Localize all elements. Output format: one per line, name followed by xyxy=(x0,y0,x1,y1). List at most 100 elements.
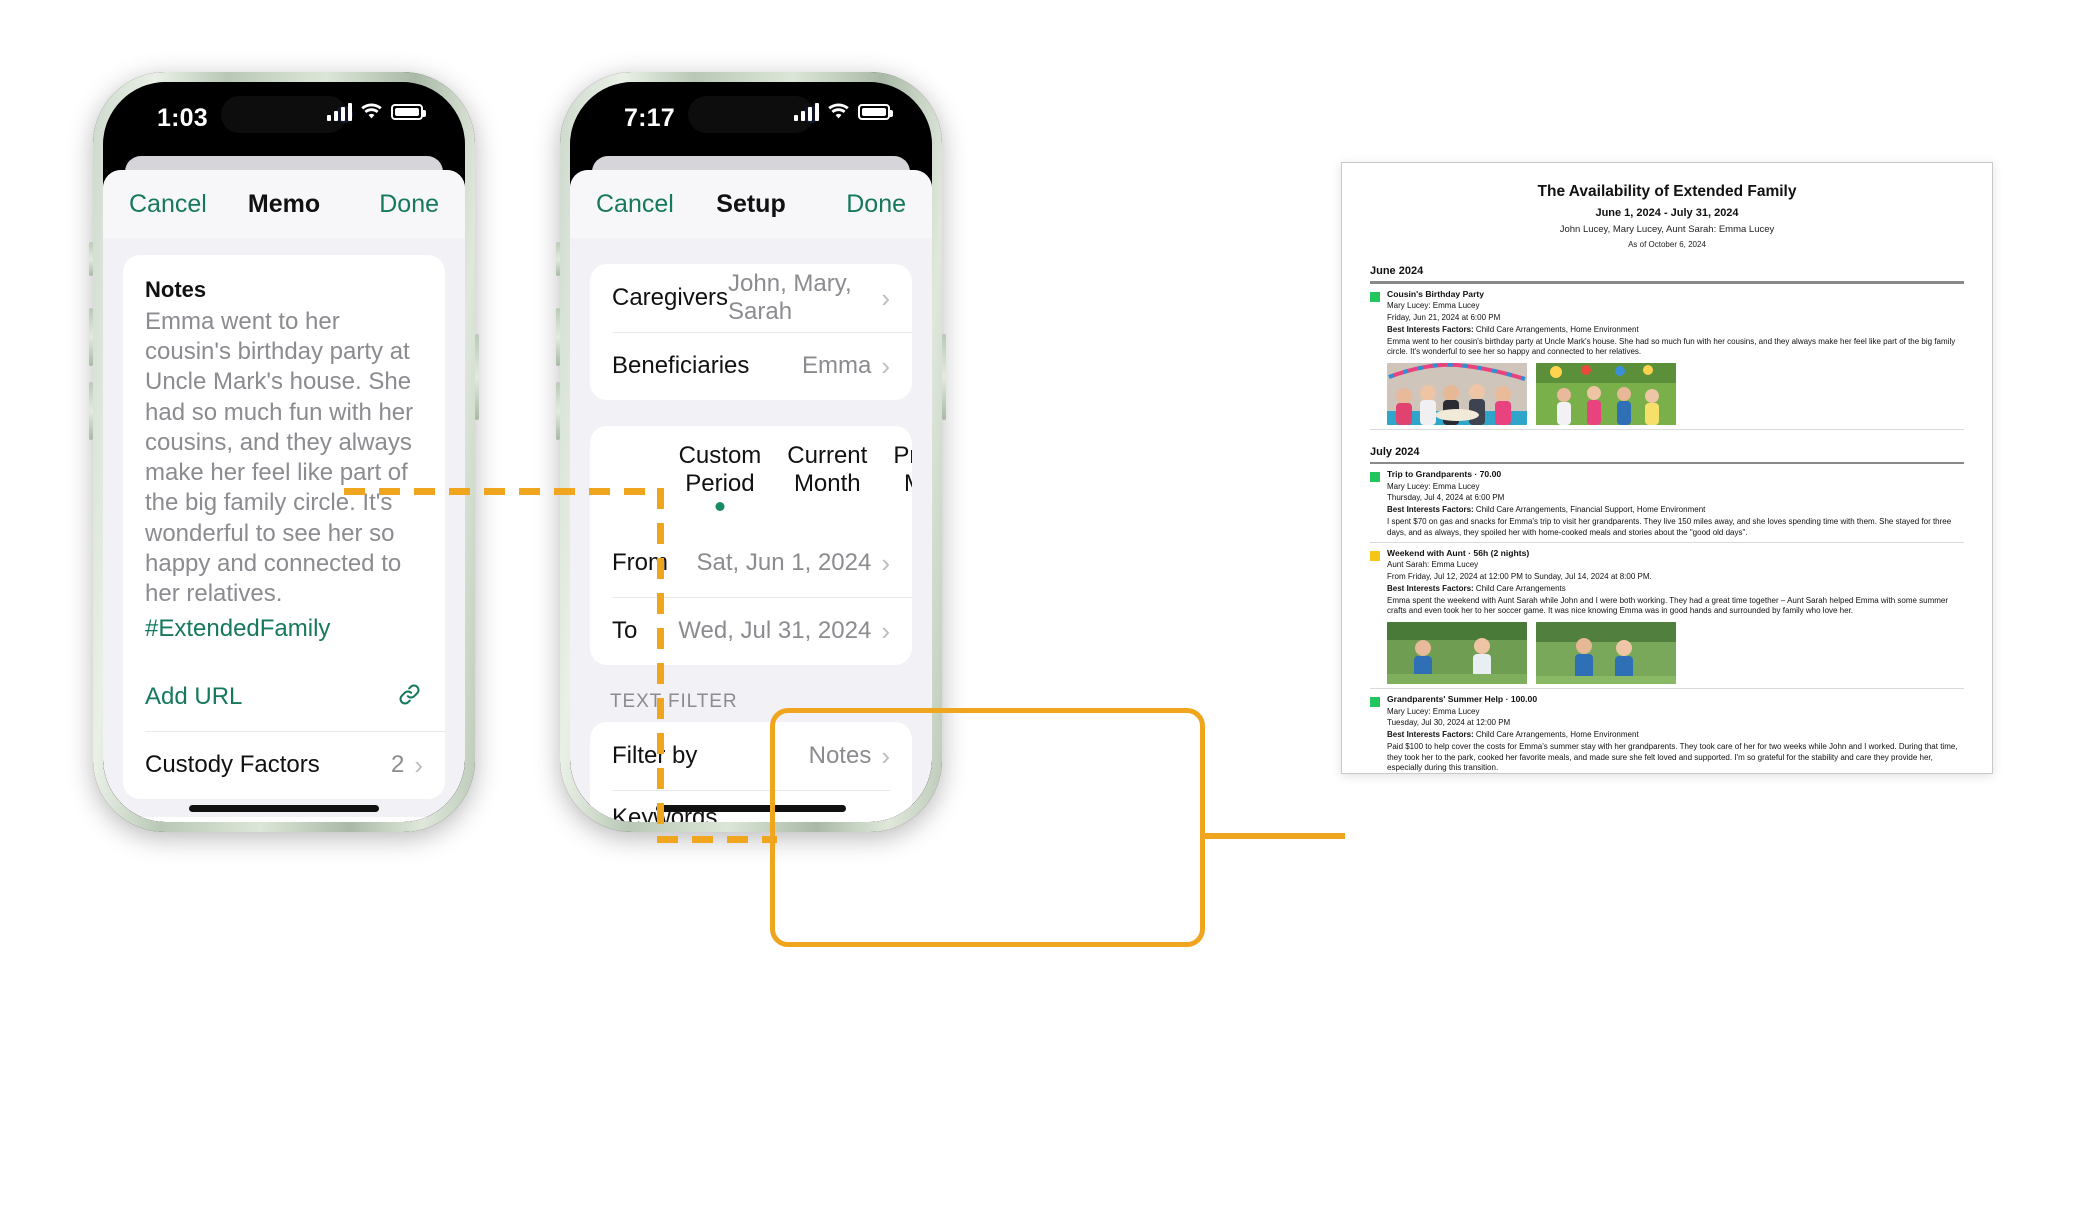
cancel-button[interactable]: Cancel xyxy=(596,190,674,219)
status-time: 7:17 xyxy=(624,104,675,132)
phone2-bezel: 7:17 Cancel Setup Done Caregivers John, … xyxy=(570,82,932,822)
page-title: Setup xyxy=(716,189,786,218)
entry-factors-value: Child Care Arrangements, Home Environmen… xyxy=(1473,730,1639,740)
entry-description: I spent $70 on gas and snacks for Emma's… xyxy=(1387,517,1952,537)
report-date-range: June 1, 2024 - July 31, 2024 xyxy=(1595,207,1739,219)
home-indicator xyxy=(656,805,846,812)
notes-text[interactable]: Emma went to her cousin's birthday party… xyxy=(123,307,445,615)
status-time: 1:03 xyxy=(157,104,208,132)
text-filter-header: TEXT FILTER xyxy=(610,690,738,712)
entry-description: Paid $100 to help cover the costs for Em… xyxy=(1387,742,1958,772)
phone2-volume-up-button[interactable] xyxy=(556,308,560,366)
add-url-label: Add URL xyxy=(145,683,243,711)
connector-dash-bottom xyxy=(657,836,777,843)
page-title: Memo xyxy=(247,189,321,218)
filter-by-value-group: Notes › xyxy=(809,742,890,770)
entry-people: Aunt Sarah: Emma Lucey xyxy=(1387,560,1479,570)
report-as-of: As of October 6, 2024 xyxy=(1628,240,1706,249)
cellular-signal-icon xyxy=(793,102,819,121)
connector-dash-top xyxy=(344,488,664,495)
entry-when: Thursday, Jul 4, 2024 at 6:00 PM xyxy=(1387,493,1505,503)
chevron-right-icon: › xyxy=(414,750,423,781)
entry-title: Trip to Grandparents · 70.00 xyxy=(1387,469,1502,480)
entry-people: Mary Lucey: Emma Lucey xyxy=(1387,481,1480,491)
beneficiaries-row[interactable]: Beneficiaries Emma › xyxy=(590,332,912,400)
period-segmented-control[interactable]: Custom Period Current Month Previ Mo xyxy=(590,426,912,529)
segment-previous-month-line1: Previ xyxy=(893,442,912,469)
caregivers-value-group: John, Mary, Sarah › xyxy=(728,270,890,326)
entry-factors-label: Best Interests Factors: xyxy=(1387,583,1474,593)
entry-thumbnails xyxy=(1387,622,1964,685)
entry-when: Tuesday, Jul 30, 2024 at 12:00 PM xyxy=(1387,718,1511,728)
to-label: To xyxy=(612,616,638,644)
chevron-right-icon: › xyxy=(881,740,890,771)
report-parties: John Lucey, Mary Lucey, Aunt Sarah: Emma… xyxy=(1559,224,1775,235)
report-entry: Grandparents' Summer Help · 100.00 Mary … xyxy=(1370,689,1964,773)
segment-previous-month-line2: Mo xyxy=(893,470,912,498)
segment-previous-month[interactable]: Previ Mo xyxy=(893,442,912,513)
phone1-volume-down-button[interactable] xyxy=(89,382,93,440)
caregivers-row[interactable]: Caregivers John, Mary, Sarah › xyxy=(590,264,912,332)
phone2-mute-button[interactable] xyxy=(556,242,560,276)
cancel-button[interactable]: Cancel xyxy=(129,190,207,219)
status-swatch xyxy=(1370,291,1380,302)
entry-factors: Best Interests Factors: Child Care Arran… xyxy=(1387,325,1964,334)
status-swatch xyxy=(1370,472,1380,483)
done-button[interactable]: Done xyxy=(379,190,439,219)
memo-sheet: Cancel Memo Done Notes Emma went to her … xyxy=(103,170,465,822)
segment-custom-period-line1: Custom xyxy=(678,442,762,469)
segment-current-month-line2: Month xyxy=(793,470,861,498)
notes-hashtag[interactable]: #ExtendedFamily xyxy=(123,615,445,663)
phone2-power-button[interactable] xyxy=(942,334,946,420)
entry-factors: Best Interests Factors: Child Care Arran… xyxy=(1387,730,1964,739)
segment-custom-period-line2: Period xyxy=(685,470,755,498)
entry-factors: Best Interests Factors: Child Care Arran… xyxy=(1387,505,1964,514)
report-document: The Availability of Extended Family June… xyxy=(1341,162,1993,774)
chevron-right-icon: › xyxy=(881,351,890,381)
entry-description: Emma went to her cousin's birthday party… xyxy=(1387,336,1956,356)
filter-by-value: Notes xyxy=(808,741,872,769)
entry-when: From Friday, Jul 12, 2024 at 12:00 PM to… xyxy=(1387,571,1652,581)
entry-factors-label: Best Interests Factors: xyxy=(1387,505,1474,515)
report-entry: Cousin's Birthday Party Mary Lucey: Emma… xyxy=(1370,284,1964,430)
entry-title: Grandparents' Summer Help · 100.00 xyxy=(1387,694,1538,705)
custody-factors-count: 2 xyxy=(390,751,405,779)
connector-solid-to-document xyxy=(1205,833,1345,839)
beneficiaries-label: Beneficiaries xyxy=(612,352,750,379)
to-value-group: Wed, Jul 31, 2024 › xyxy=(678,617,890,645)
phone1-power-button[interactable] xyxy=(475,334,479,420)
segment-custom-period[interactable]: Custom Period xyxy=(679,442,762,513)
connector-dash-vertical xyxy=(657,488,664,843)
screenshot-canvas: 1:03 Cancel Memo Done Notes Emma went to… xyxy=(0,0,2098,1214)
phone1-mute-button[interactable] xyxy=(89,242,93,276)
entry-when: Friday, Jun 21, 2024 at 6:00 PM xyxy=(1387,312,1501,322)
segment-current-month[interactable]: Current Month xyxy=(787,442,867,513)
soccer-photo-2 xyxy=(1536,622,1676,685)
notes-label: Notes xyxy=(145,277,207,302)
to-row[interactable]: To Wed, Jul 31, 2024 › xyxy=(590,596,912,665)
entry-description: Emma spent the weekend with Aunt Sarah w… xyxy=(1387,595,1949,616)
phone2-volume-down-button[interactable] xyxy=(556,382,560,440)
beneficiaries-value-group: Emma › xyxy=(802,352,890,380)
phone2-screen: 7:17 Cancel Setup Done Caregivers John, … xyxy=(570,82,932,822)
entry-title: Cousin's Birthday Party xyxy=(1387,288,1485,299)
from-row[interactable]: From Sat, Jun 1, 2024 › xyxy=(590,529,912,597)
custody-factors-row[interactable]: Custody Factors 2 › xyxy=(123,731,445,799)
field-photo xyxy=(1536,362,1676,425)
battery-icon xyxy=(858,103,893,120)
filter-by-row[interactable]: Filter by Notes › xyxy=(590,722,912,790)
phone1-volume-up-button[interactable] xyxy=(89,308,93,366)
chevron-right-icon: › xyxy=(881,615,890,646)
done-button[interactable]: Done xyxy=(846,190,906,219)
status-indicators xyxy=(326,102,426,121)
wifi-icon xyxy=(360,102,383,121)
setup-sheet: Cancel Setup Done Caregivers John, Mary,… xyxy=(570,170,932,822)
add-url-row[interactable]: Add URL xyxy=(123,663,445,731)
phone1-screen: 1:03 Cancel Memo Done Notes Emma went to… xyxy=(103,82,465,822)
report-entry: Weekend with Aunt · 56h (2 nights) Aunt … xyxy=(1370,543,1964,690)
memo-navbar: Cancel Memo Done xyxy=(103,170,465,238)
segment-current-month-line1: Current xyxy=(787,442,868,469)
battery-icon xyxy=(391,103,426,120)
beneficiaries-value: Emma xyxy=(801,352,872,379)
period-group: Custom Period Current Month Previ Mo xyxy=(590,426,912,665)
